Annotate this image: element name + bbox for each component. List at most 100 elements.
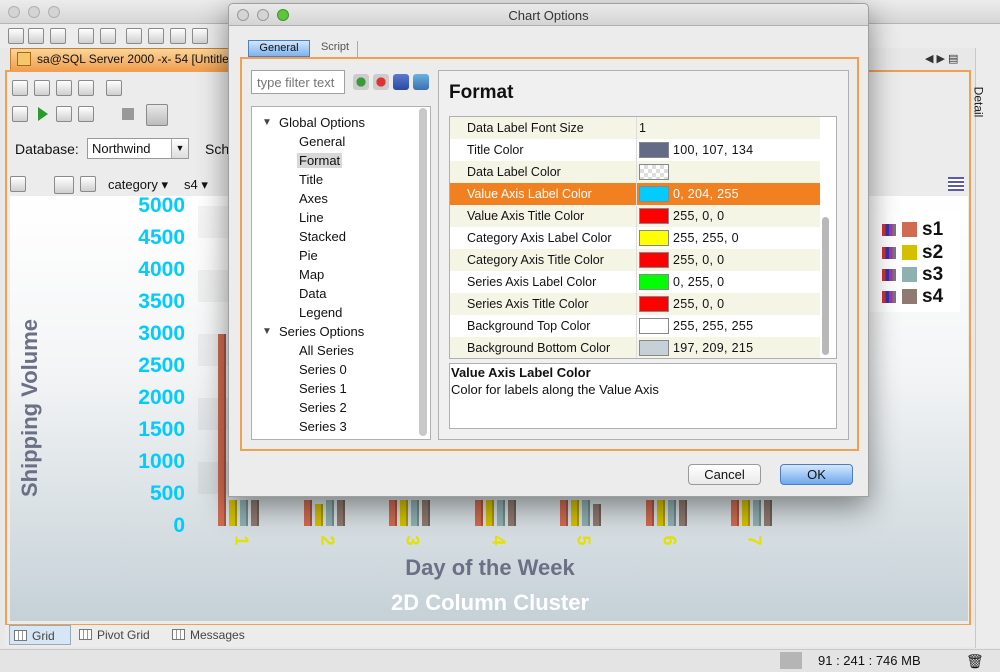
tree-item-series-1[interactable]: Series 1 [299,381,347,396]
new-query-icon[interactable] [12,80,28,96]
tree-item-pie[interactable]: Pie [299,248,318,263]
detail-side-tab[interactable]: Detail [971,70,1000,140]
chart-toggle-icon[interactable] [146,104,168,126]
chart-settings-icon[interactable] [948,177,964,191]
series-select[interactable]: s4 ▾ [184,177,208,193]
property-row[interactable]: Category Axis Title Color 255, 0, 0 [450,249,820,271]
tree-item-legend[interactable]: Legend [299,305,342,320]
tree-item-axes[interactable]: Axes [299,191,328,206]
expand-triangle-icon[interactable]: ▼ [262,326,272,337]
save-icon[interactable] [393,74,409,90]
minimize-window-button[interactable] [28,6,40,18]
new-icon[interactable] [8,28,24,44]
color-swatch[interactable] [639,142,669,158]
property-row[interactable]: Title Color 100, 107, 134 [450,139,820,161]
property-value[interactable]: 100, 107, 134 [636,139,820,161]
chart-bar [560,500,568,526]
tree-item-series-2[interactable]: Series 2 [299,400,347,415]
property-row[interactable]: Data Label Font Size 1 [450,117,820,139]
tree-item-title[interactable]: Title [299,172,323,187]
property-row[interactable]: Background Bottom Color 197, 209, 215 [450,337,820,358]
tree-item-general[interactable]: General [299,134,345,149]
ok-button[interactable]: OK [780,464,853,485]
property-row[interactable]: Value Axis Title Color 255, 0, 0 [450,205,820,227]
property-value[interactable]: 255, 255, 0 [636,227,820,249]
tree-item-series-3[interactable]: Series 3 [299,419,347,434]
open-icon[interactable] [28,28,44,44]
open-query-icon[interactable] [34,80,50,96]
property-value[interactable]: 255, 0, 0 [636,249,820,271]
trash-icon[interactable]: 🗑 [966,653,984,670]
window-icon[interactable] [170,28,186,44]
property-row[interactable]: Series Axis Label Color 0, 255, 0 [450,271,820,293]
stop-icon[interactable] [78,106,94,122]
tool-icon[interactable] [78,28,94,44]
document-tab[interactable]: sa@SQL Server 2000 -x- 54 [Untitled] [10,48,235,70]
save-as-icon[interactable] [78,80,94,96]
cancel-execution-icon[interactable] [122,108,134,120]
color-swatch[interactable] [639,318,669,334]
refresh-icon[interactable] [413,74,429,90]
color-swatch[interactable] [639,296,669,312]
color-swatch[interactable] [639,340,669,356]
tree-series-options[interactable]: Series Options [279,324,364,339]
tree-item-line[interactable]: Line [299,210,324,225]
property-value[interactable]: 255, 0, 0 [636,205,820,227]
tab-nav-arrows[interactable]: ◀ ▶ ▤ [925,52,958,65]
tab-general[interactable]: General [248,40,310,57]
tree-item-all-series[interactable]: All Series [299,343,354,358]
window-icon[interactable] [148,28,164,44]
property-row[interactable]: Series Axis Title Color 255, 0, 0 [450,293,820,315]
zoom-window-button[interactable] [48,6,60,18]
filter-input[interactable] [251,70,345,94]
database-select[interactable]: Northwind ▼ [87,138,189,159]
window-icon[interactable] [192,28,208,44]
color-swatch[interactable] [639,208,669,224]
remove-icon[interactable] [373,74,389,90]
tree-item-format[interactable]: Format [297,153,343,168]
chart-options-icon[interactable] [80,176,96,192]
run-script-icon[interactable] [12,106,28,122]
color-swatch[interactable] [639,274,669,290]
close-window-button[interactable] [8,6,20,18]
tree-item-series-0[interactable]: Series 0 [299,362,347,377]
chart-type-icon[interactable] [10,176,26,192]
add-icon[interactable] [353,74,369,90]
tree-item-stacked[interactable]: Stacked [299,229,346,244]
property-row[interactable]: Value Axis Label Color 0, 204, 255 [450,183,820,205]
property-row[interactable]: Data Label Color [450,161,820,183]
property-value[interactable]: 197, 209, 215 [636,337,820,358]
color-swatch[interactable] [639,252,669,268]
expand-triangle-icon[interactable]: ▼ [262,117,272,128]
property-value[interactable]: 255, 255, 255 [636,315,820,337]
format-icon[interactable] [106,80,122,96]
color-swatch[interactable] [639,186,669,202]
color-swatch[interactable] [639,230,669,246]
property-value[interactable]: 255, 0, 0 [636,293,820,315]
property-value[interactable]: 1 [636,117,820,139]
category-select[interactable]: category ▾ [108,177,168,193]
execute-icon[interactable] [38,107,48,121]
save-icon[interactable] [56,80,72,96]
property-grid-scrollbar[interactable] [822,217,829,355]
tree-scrollbar[interactable] [419,108,427,436]
tree-global-options[interactable]: Global Options [279,115,365,130]
connect-icon[interactable] [50,28,66,44]
tab-messages[interactable]: Messages [168,625,256,645]
tool-icon[interactable] [100,28,116,44]
tab-script[interactable]: Script [313,41,358,58]
explain-icon[interactable] [56,106,72,122]
cancel-button[interactable]: Cancel [688,464,761,485]
color-swatch[interactable] [639,164,669,180]
property-value[interactable] [636,161,820,183]
tab-pivot-grid[interactable]: Pivot Grid [75,625,163,645]
property-row[interactable]: Background Top Color 255, 255, 255 [450,315,820,337]
property-value[interactable]: 0, 204, 255 [636,183,820,205]
grid-view-icon[interactable] [54,176,74,194]
tree-item-data[interactable]: Data [299,286,326,301]
window-icon[interactable] [126,28,142,44]
tab-grid[interactable]: Grid [9,625,71,645]
property-value[interactable]: 0, 255, 0 [636,271,820,293]
tree-item-map[interactable]: Map [299,267,324,282]
property-row[interactable]: Category Axis Label Color 255, 255, 0 [450,227,820,249]
